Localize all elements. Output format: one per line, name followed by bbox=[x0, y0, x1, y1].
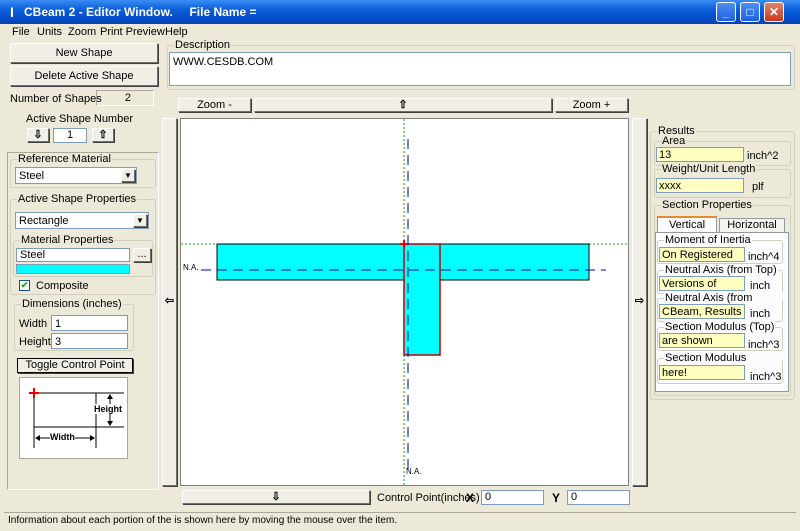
dimension-diagram: Height Width bbox=[19, 377, 128, 459]
na-top-label: Neutral Axis (from Top) bbox=[664, 264, 778, 276]
reference-material-select[interactable]: Steel bbox=[15, 167, 137, 184]
material-properties-label: Material Properties bbox=[20, 234, 115, 246]
arrow-up-icon[interactable]: ⇧ bbox=[254, 98, 552, 112]
area-unit: inch^2 bbox=[747, 150, 779, 162]
menu-print-preview[interactable]: Print Preview bbox=[100, 26, 165, 38]
shape-type-select[interactable]: Rectangle bbox=[15, 212, 149, 229]
menu-help[interactable]: Help bbox=[165, 26, 188, 38]
flange-rectangle bbox=[216, 243, 590, 281]
weight-unit: plf bbox=[752, 181, 764, 193]
control-point-label: Control Point(inches) bbox=[377, 492, 480, 504]
active-shape-properties-label: Active Shape Properties bbox=[17, 193, 138, 205]
diagram-height-label: Height bbox=[94, 404, 122, 414]
arrow-right-icon[interactable]: ⇨ bbox=[632, 118, 647, 486]
area-label: Area bbox=[661, 135, 687, 147]
zoom-out-button[interactable]: Zoom - bbox=[178, 98, 251, 112]
weight-value: xxxx bbox=[656, 178, 744, 193]
height-field[interactable]: 3 bbox=[51, 333, 128, 349]
arrow-down-icon[interactable]: ⇩ bbox=[27, 128, 49, 142]
menu-units[interactable]: Units bbox=[37, 26, 62, 38]
description-label: Description bbox=[174, 39, 232, 51]
control-point-y-field[interactable]: 0 bbox=[567, 490, 630, 505]
width-field[interactable]: 1 bbox=[51, 315, 128, 331]
na-label-left: N.A. bbox=[183, 263, 199, 272]
active-shape-number-field[interactable]: 1 bbox=[53, 128, 87, 143]
description-textarea[interactable]: WWW.CESDB.COM bbox=[169, 52, 791, 86]
menu-bar: File Units Zoom Print Preview Help bbox=[0, 24, 800, 40]
composite-checkbox[interactable]: ✔ bbox=[19, 280, 30, 291]
moi-value: On Registered bbox=[659, 247, 745, 262]
dimensions-label: Dimensions (inches) bbox=[21, 298, 123, 310]
delete-shape-button[interactable]: Delete Active Shape bbox=[10, 66, 158, 86]
na-label-bottom: N.A. bbox=[406, 467, 422, 476]
drawing-canvas[interactable]: N.A. N.A. bbox=[180, 118, 629, 486]
height-label: Height bbox=[19, 336, 51, 348]
menu-file[interactable]: File bbox=[12, 26, 30, 38]
moi-label: Moment of Inertia bbox=[664, 234, 752, 246]
reference-material-label: Reference Material bbox=[17, 153, 112, 165]
x-label: X bbox=[466, 491, 475, 505]
active-shape-label: Active Shape Number bbox=[26, 113, 133, 125]
toggle-control-point-button[interactable]: Toggle Control Point bbox=[17, 358, 133, 373]
num-shapes-value: 2 bbox=[96, 90, 154, 106]
na-bottom-value: CBeam, Results bbox=[659, 304, 745, 319]
material-color-swatch[interactable] bbox=[16, 264, 130, 274]
sm-top-unit: inch^3 bbox=[748, 339, 780, 351]
title-bar: I CBeam 2 - Editor Window. File Name = _… bbox=[0, 0, 800, 24]
tab-horizontal[interactable]: Horizontal bbox=[719, 218, 785, 233]
maximize-icon[interactable]: □ bbox=[740, 2, 760, 22]
y-label: Y bbox=[552, 491, 561, 505]
menu-zoom[interactable]: Zoom bbox=[68, 26, 96, 38]
na-top-value: Versions of bbox=[659, 276, 745, 291]
na-top-unit: inch bbox=[750, 280, 771, 292]
sm-top-value: are shown bbox=[659, 333, 745, 348]
sm-bottom-unit: inch^3 bbox=[750, 371, 782, 383]
material-browse-button[interactable]: ... bbox=[133, 248, 151, 262]
moi-unit: inch^4 bbox=[748, 251, 780, 263]
window-title: CBeam 2 - Editor Window. File Name = bbox=[24, 5, 257, 19]
diagram-width-label: Width bbox=[50, 432, 75, 442]
close-icon[interactable]: ✕ bbox=[764, 2, 784, 22]
control-point-x-field[interactable]: 0 bbox=[481, 490, 544, 505]
weight-label: Weight/Unit Length bbox=[661, 163, 757, 175]
ibeam-icon: I bbox=[10, 4, 14, 20]
tab-vertical[interactable]: Vertical bbox=[657, 216, 717, 233]
material-field[interactable]: Steel bbox=[16, 248, 130, 262]
zoom-in-button[interactable]: Zoom + bbox=[555, 98, 628, 112]
chevron-down-icon[interactable]: ▼ bbox=[121, 169, 135, 182]
arrow-up-icon[interactable]: ⇧ bbox=[92, 128, 114, 142]
sm-top-label: Section Modulus (Top) bbox=[664, 321, 776, 333]
num-shapes-label: Number of Shapes bbox=[10, 93, 102, 105]
sm-bottom-value: here! bbox=[659, 365, 745, 380]
area-value: 13 bbox=[656, 147, 744, 162]
composite-label: Composite bbox=[36, 280, 89, 292]
web-rectangle bbox=[403, 243, 441, 356]
status-bar: Information about each portion of the is… bbox=[4, 512, 796, 528]
arrow-left-icon[interactable]: ⇦ bbox=[162, 118, 177, 486]
new-shape-button[interactable]: New Shape bbox=[10, 43, 158, 63]
chevron-down-icon[interactable]: ▼ bbox=[133, 214, 147, 227]
section-properties-label: Section Properties bbox=[661, 199, 753, 211]
width-label: Width bbox=[19, 318, 48, 330]
na-bottom-unit: inch bbox=[750, 308, 771, 320]
minimize-icon[interactable]: _ bbox=[716, 2, 736, 22]
arrow-down-icon[interactable]: ⇩ bbox=[182, 490, 370, 504]
